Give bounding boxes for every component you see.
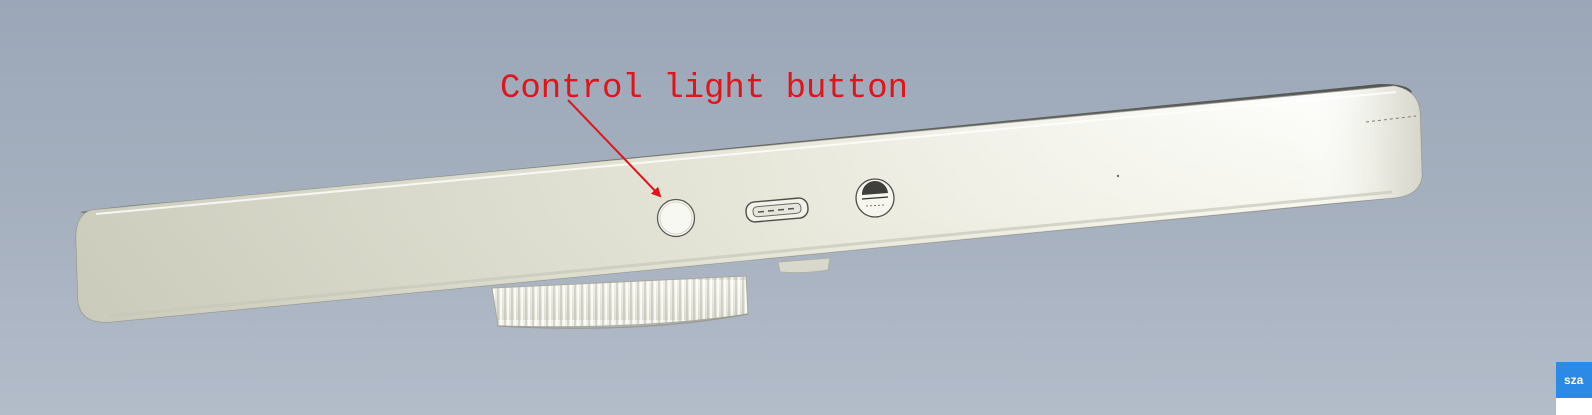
corner-widget-tab[interactable]: sza [1556,362,1592,398]
audio-jack [855,178,895,218]
knurled-dial [491,275,749,329]
surface-mark [1116,174,1120,178]
control-light-button[interactable] [656,198,696,238]
cad-viewport [75,84,1423,329]
corner-widget[interactable]: sza [1556,362,1592,415]
callout-label: Control light button [500,70,909,108]
small-foot [777,257,831,274]
